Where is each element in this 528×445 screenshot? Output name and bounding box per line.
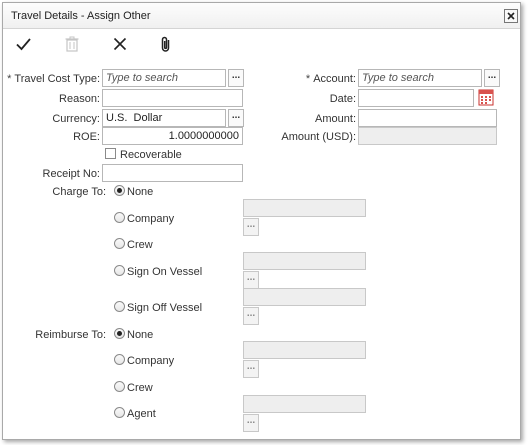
sign-off-vessel-lookup-button: ... xyxy=(243,307,259,325)
sign-on-vessel-lookup-button: ... xyxy=(243,271,259,289)
reimburse-to-crew-radio[interactable] xyxy=(114,381,125,392)
charge-to-sign-off-vessel-radio[interactable] xyxy=(114,301,125,312)
receipt-no-input[interactable] xyxy=(102,164,243,182)
amount-input[interactable] xyxy=(358,109,497,127)
charge-to-label: Charge To: xyxy=(52,186,106,198)
account-label: * Account: xyxy=(305,73,356,85)
travel-cost-type-lookup-button[interactable]: ... xyxy=(228,69,244,87)
close-icon xyxy=(507,12,515,20)
currency-input[interactable] xyxy=(102,109,226,127)
account-input[interactable] xyxy=(358,69,482,87)
sign-off-vessel-input xyxy=(243,288,366,306)
charge-to-none-label: None xyxy=(127,186,154,198)
reimburse-company-input xyxy=(243,341,366,359)
reimburse-agent-lookup-button: ... xyxy=(243,414,259,432)
charge-to-company-radio[interactable] xyxy=(114,212,125,223)
title-bar: Travel Details - Assign Other xyxy=(3,3,520,29)
charge-to-none-radio[interactable] xyxy=(114,185,125,196)
calendar-icon[interactable] xyxy=(478,88,494,106)
reimburse-to-agent-label: Agent xyxy=(127,408,156,420)
reimburse-company-lookup-button: ... xyxy=(243,360,259,378)
reimburse-agent-input xyxy=(243,395,366,413)
charge-to-company-lookup-button: ... xyxy=(243,218,259,236)
reimburse-to-company-label: Company xyxy=(127,355,175,367)
travel-details-dialog: Travel Details - Assign Other xyxy=(2,2,521,440)
dialog-title: Travel Details - Assign Other xyxy=(11,10,151,22)
currency-label: Currency: xyxy=(52,113,100,125)
charge-to-company-label: Company xyxy=(127,213,175,225)
recoverable-checkbox[interactable] xyxy=(105,148,116,159)
charge-to-crew-radio[interactable] xyxy=(114,238,125,249)
amount-usd-label: Amount (USD): xyxy=(281,131,356,143)
attach-paperclip-icon[interactable] xyxy=(157,35,175,53)
sign-on-vessel-input xyxy=(243,252,366,270)
roe-label: ROE: xyxy=(73,131,100,143)
amount-label: Amount: xyxy=(315,113,356,125)
reimburse-to-label: Reimburse To: xyxy=(35,329,106,341)
date-label: Date: xyxy=(329,93,356,105)
delete-trash-icon[interactable] xyxy=(63,35,81,53)
reason-label: Reason: xyxy=(59,93,100,105)
reimburse-to-none-radio[interactable] xyxy=(114,328,125,339)
close-window-button[interactable] xyxy=(504,9,518,23)
charge-to-sign-on-vessel-label: Sign On Vessel xyxy=(127,266,203,278)
currency-lookup-button[interactable]: ... xyxy=(228,109,244,127)
roe-input[interactable] xyxy=(102,127,243,145)
receipt-no-label: Receipt No: xyxy=(42,168,100,180)
cancel-close-icon[interactable] xyxy=(111,35,129,53)
charge-to-sign-off-vessel-label: Sign Off Vessel xyxy=(127,302,203,314)
reimburse-to-none-label: None xyxy=(127,329,154,341)
charge-to-crew-label: Crew xyxy=(127,239,153,251)
charge-to-company-input xyxy=(243,199,366,217)
reimburse-to-crew-label: Crew xyxy=(127,382,153,394)
date-input[interactable] xyxy=(358,89,474,107)
reimburse-to-company-radio[interactable] xyxy=(114,354,125,365)
amount-usd-input xyxy=(358,127,497,145)
recoverable-label: Recoverable xyxy=(120,149,182,161)
reimburse-to-agent-radio[interactable] xyxy=(114,407,125,418)
save-check-icon[interactable] xyxy=(14,35,32,53)
travel-cost-type-label: * Travel Cost Type: xyxy=(7,73,100,85)
travel-cost-type-input[interactable] xyxy=(102,69,226,87)
charge-to-sign-on-vessel-radio[interactable] xyxy=(114,265,125,276)
reason-input[interactable] xyxy=(102,89,243,107)
account-lookup-button[interactable]: ... xyxy=(484,69,500,87)
